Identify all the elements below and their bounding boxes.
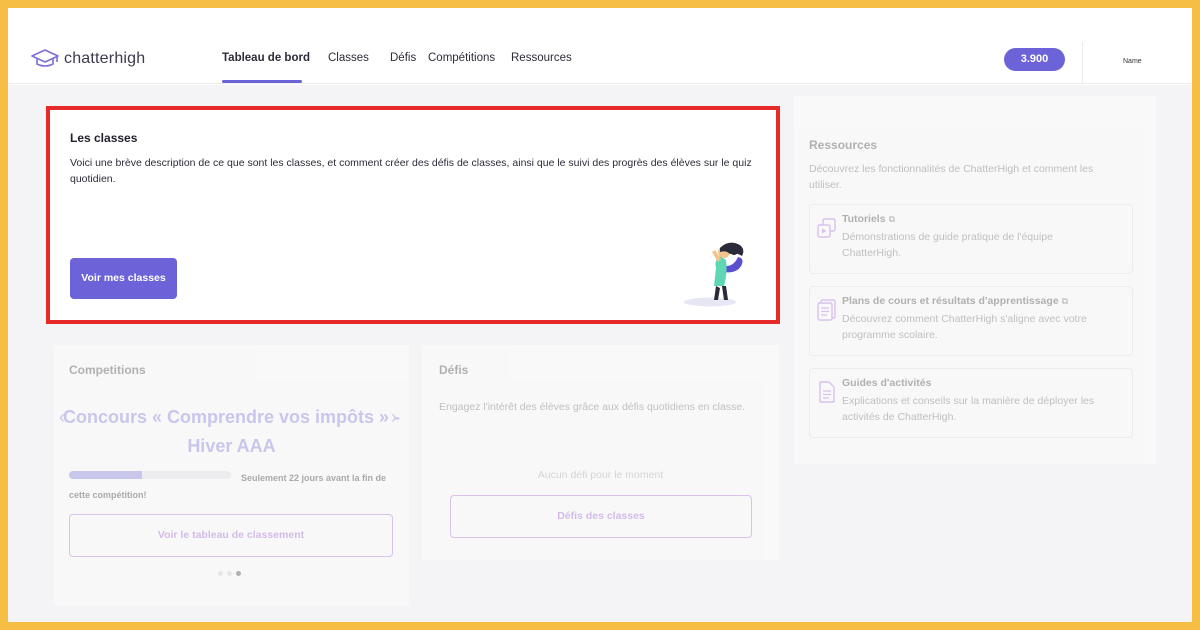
resources-subtitle: Découvrez les fonctionnalités de Chatter… bbox=[809, 163, 1094, 191]
brand-name: chatterhigh bbox=[64, 50, 146, 67]
student-illustration bbox=[684, 242, 744, 307]
carousel-dot[interactable] bbox=[218, 571, 223, 576]
points-badge[interactable]: 3.900 bbox=[1004, 48, 1065, 71]
nav-tableau-de-bord[interactable]: Tableau de bord bbox=[222, 52, 310, 64]
classes-description: Voici une brève description de ce que so… bbox=[70, 157, 752, 185]
class-challenges-button[interactable]: Défis des classes bbox=[450, 495, 752, 538]
resources-card: Ressources Découvrez les fonctionnalités… bbox=[794, 96, 1156, 464]
defis-card: Défis Engagez l'intérêt des élèves grâce… bbox=[422, 345, 779, 560]
video-tutorial-icon bbox=[817, 218, 836, 238]
competition-remaining-text: Seulement 22 jours avant la fin de cette… bbox=[69, 473, 387, 500]
leaderboard-button[interactable]: Voir le tableau de classement bbox=[69, 514, 393, 557]
document-icon bbox=[819, 381, 835, 403]
view-classes-button[interactable]: Voir mes classes bbox=[70, 258, 177, 299]
graduation-cap-icon bbox=[31, 49, 59, 67]
resource-item-title: Plans de cours et résultats d'apprentiss… bbox=[842, 295, 1069, 307]
active-tab-indicator bbox=[222, 80, 302, 83]
carousel-dot[interactable] bbox=[236, 571, 241, 576]
defis-title: Défis bbox=[439, 363, 469, 377]
carousel-dots bbox=[218, 571, 241, 576]
resource-item-description: Explications et conseils sur la manière … bbox=[842, 395, 1095, 423]
nav-competitions[interactable]: Compétitions bbox=[428, 52, 495, 64]
dashboard-main: Les classes Voici une brève description … bbox=[8, 85, 1192, 622]
nav-classes[interactable]: Classes bbox=[328, 52, 369, 64]
external-link-icon: ⧉ bbox=[1061, 296, 1069, 306]
logo[interactable]: chatterhigh bbox=[30, 48, 145, 70]
classes-card: Les classes Voici une brève description … bbox=[46, 106, 780, 324]
resource-item-tutoriels[interactable]: Tutoriels ⧉ Démonstrations de guide prati… bbox=[809, 204, 1133, 274]
competitions-card: Competitions ‹ Concours « Comprendre vos… bbox=[54, 345, 409, 605]
defis-subtitle: Engagez l'intérêt des élèves grâce aux d… bbox=[439, 401, 746, 413]
resources-title: Ressources bbox=[809, 138, 878, 152]
carousel-dot[interactable] bbox=[227, 571, 232, 576]
nav-ressources[interactable]: Ressources bbox=[511, 52, 572, 64]
resource-item-title: Guides d'activités bbox=[842, 377, 932, 389]
chevron-right-icon[interactable]: › bbox=[391, 407, 397, 428]
user-name[interactable]: Name bbox=[1123, 58, 1142, 65]
nav-divider bbox=[1082, 42, 1083, 84]
app-window: chatterhigh Tableau de bord Classes Défi… bbox=[8, 8, 1192, 622]
resource-item-description: Démonstrations de guide pratique de l'éq… bbox=[842, 231, 1053, 259]
external-link-icon: ⧉ bbox=[888, 214, 895, 224]
classes-title: Les classes bbox=[70, 131, 138, 145]
resource-item-plans-de-cours[interactable]: Plans de cours et résultats d'apprentiss… bbox=[809, 286, 1133, 356]
competition-name: Concours « Comprendre vos impôts » - Hiv… bbox=[62, 407, 401, 456]
top-navigation: chatterhigh Tableau de bord Classes Défi… bbox=[8, 8, 1192, 84]
lesson-plan-icon bbox=[817, 299, 836, 321]
nav-defis[interactable]: Défis bbox=[390, 52, 416, 64]
defis-empty-state: Aucun défi pour le moment bbox=[537, 469, 664, 481]
resource-item-description: Découvrez comment ChatterHigh s'aligne a… bbox=[842, 313, 1087, 341]
competitions-title: Competitions bbox=[69, 363, 146, 377]
resource-item-guides[interactable]: Guides d'activités Explications et conse… bbox=[809, 368, 1133, 438]
resource-item-title: Tutoriels ⧉ bbox=[842, 213, 895, 225]
